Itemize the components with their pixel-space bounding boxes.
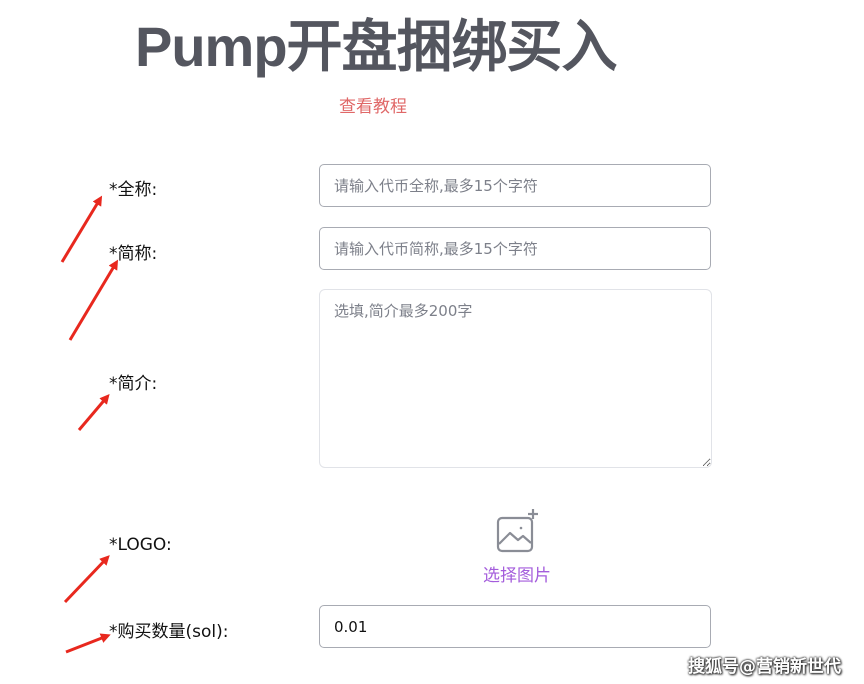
full-name-input[interactable] bbox=[319, 164, 711, 207]
logo-label: *LOGO: bbox=[109, 535, 172, 555]
arrow-logo bbox=[63, 555, 110, 604]
description-label: *简介: bbox=[109, 374, 158, 394]
page-title: Pump开盘捆绑买入 bbox=[135, 15, 618, 78]
select-image-button[interactable]: 选择图片 bbox=[476, 505, 558, 587]
buy-amount-label: *购买数量(sol): bbox=[109, 622, 229, 642]
arrow-description bbox=[77, 393, 110, 431]
tutorial-link[interactable]: 查看教程 bbox=[339, 92, 407, 117]
buy-amount-input[interactable] bbox=[319, 605, 711, 648]
short-name-label: *简称: bbox=[109, 244, 158, 264]
full-name-label: *全称: bbox=[109, 180, 158, 200]
arrow-buy-amount bbox=[65, 633, 111, 654]
select-image-label: 选择图片 bbox=[483, 566, 551, 586]
image-add-icon bbox=[496, 509, 538, 553]
arrow-full-name bbox=[60, 195, 103, 263]
short-name-input[interactable] bbox=[319, 227, 711, 270]
arrow-short-name bbox=[68, 259, 119, 341]
description-textarea[interactable] bbox=[319, 289, 712, 468]
watermark: 搜狐号@营销新世代 bbox=[688, 657, 841, 677]
